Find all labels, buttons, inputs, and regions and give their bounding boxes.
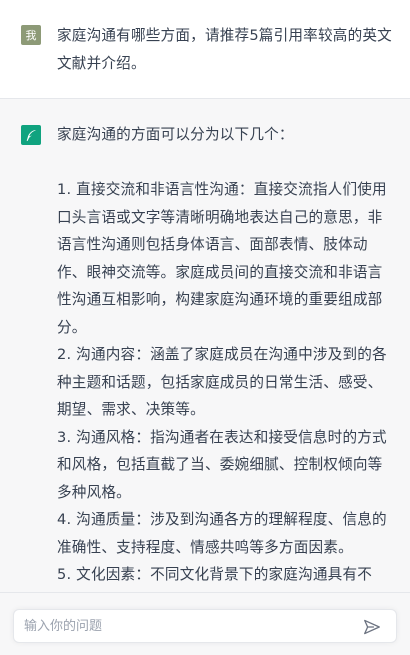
chat-app: 我 家庭沟通有哪些方面，请推荐5篇引用率较高的英文文献并介绍。 家庭沟通的方面可…	[0, 0, 410, 655]
list-item: 4. 沟通质量：涉及到沟通各方的理解程度、信息的准确性、支持程度、情感共鸣等多方…	[57, 511, 387, 556]
list-item: 1. 直接交流和非语言性沟通：直接交流指人们使用口头言语或文字等清晰明确地表达自…	[57, 181, 387, 336]
list-item: 3. 沟通风格：指沟通者在表达和接受信息时的方式和风格，包括直截了当、委婉细腻、…	[57, 428, 387, 501]
user-message-text: 家庭沟通有哪些方面，请推荐5篇引用率较高的英文文献并介绍。	[57, 27, 392, 72]
list-item: 2. 沟通内容：涵盖了家庭成员在沟通中涉及到的各种主题和话题，包括家庭成员的日常…	[57, 346, 387, 418]
send-icon	[364, 619, 380, 635]
list-item: 5. 文化因素：不同文化背景下的家庭沟通具有不	[57, 566, 373, 583]
input-bar	[0, 592, 410, 655]
user-message: 我 家庭沟通有哪些方面，请推荐5篇引用率较高的英文文献并介绍。	[0, 0, 410, 99]
assistant-intro: 家庭沟通的方面可以分为以下几个：	[57, 126, 294, 143]
send-button[interactable]	[362, 618, 382, 636]
assistant-message: 家庭沟通的方面可以分为以下几个： 1. 直接交流和非语言性沟通：直接交流指人们使…	[0, 99, 410, 592]
user-avatar: 我	[21, 25, 41, 45]
feather-icon	[26, 130, 36, 142]
user-avatar-label: 我	[25, 28, 37, 42]
assistant-avatar	[21, 125, 41, 145]
input-box[interactable]	[13, 609, 397, 643]
user-message-text-block: 家庭沟通有哪些方面，请推荐5篇引用率较高的英文文献并介绍。	[57, 22, 397, 77]
assistant-message-text-block: 家庭沟通的方面可以分为以下几个： 1. 直接交流和非语言性沟通：直接交流指人们使…	[57, 121, 397, 589]
question-input[interactable]	[24, 610, 344, 642]
